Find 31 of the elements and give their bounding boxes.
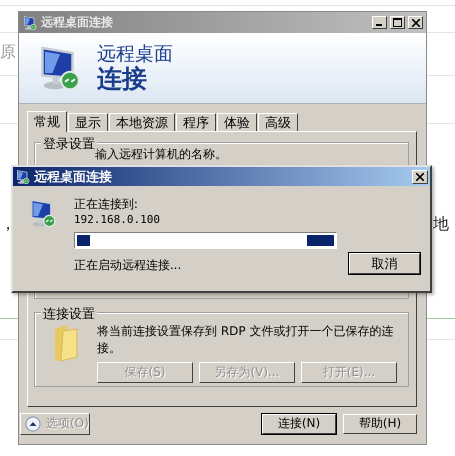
header-subtitle: 连接 bbox=[97, 65, 148, 93]
app-icon bbox=[22, 14, 38, 30]
background-text: ， bbox=[0, 214, 16, 235]
status-text: 正在启动远程连接... bbox=[74, 257, 182, 274]
connecting-label: 正在连接到: bbox=[74, 196, 139, 213]
close-button[interactable] bbox=[412, 170, 428, 184]
tab[interactable]: 程序 bbox=[176, 113, 216, 131]
tab[interactable]: 高级 bbox=[258, 113, 298, 131]
maximize-button[interactable] bbox=[390, 16, 405, 29]
dialog-button[interactable]: 帮助(H) bbox=[343, 414, 417, 434]
maximize-icon bbox=[393, 18, 402, 27]
close-icon bbox=[416, 172, 424, 180]
close-button[interactable] bbox=[408, 16, 423, 29]
app-icon bbox=[15, 168, 31, 184]
description-text: 将当前连接设置保存到 RDP 文件或打开一个已保存的连接。 bbox=[97, 323, 394, 357]
group-title: 登录设置 bbox=[41, 135, 97, 153]
minimize-button[interactable] bbox=[372, 16, 387, 29]
tab[interactable]: 显示 bbox=[68, 113, 108, 131]
tab[interactable]: 本地资源 bbox=[109, 113, 175, 131]
group-title: 连接设置 bbox=[41, 305, 97, 323]
dialog-title: 远程桌面连接 bbox=[34, 168, 113, 186]
dialog-button[interactable]: 连接(N) bbox=[262, 414, 336, 434]
cancel-button[interactable]: 取消 bbox=[348, 253, 420, 274]
tab[interactable]: 体验 bbox=[217, 113, 257, 131]
close-icon bbox=[412, 18, 420, 26]
background-text: 原 bbox=[0, 42, 16, 63]
window-title: 远程桌面连接 bbox=[41, 14, 114, 31]
background-text: 地 bbox=[433, 214, 449, 235]
header-title: 远程桌面 bbox=[97, 43, 173, 65]
tab[interactable]: 常规 bbox=[27, 111, 67, 132]
address-text: 192.168.0.100 bbox=[74, 213, 161, 226]
